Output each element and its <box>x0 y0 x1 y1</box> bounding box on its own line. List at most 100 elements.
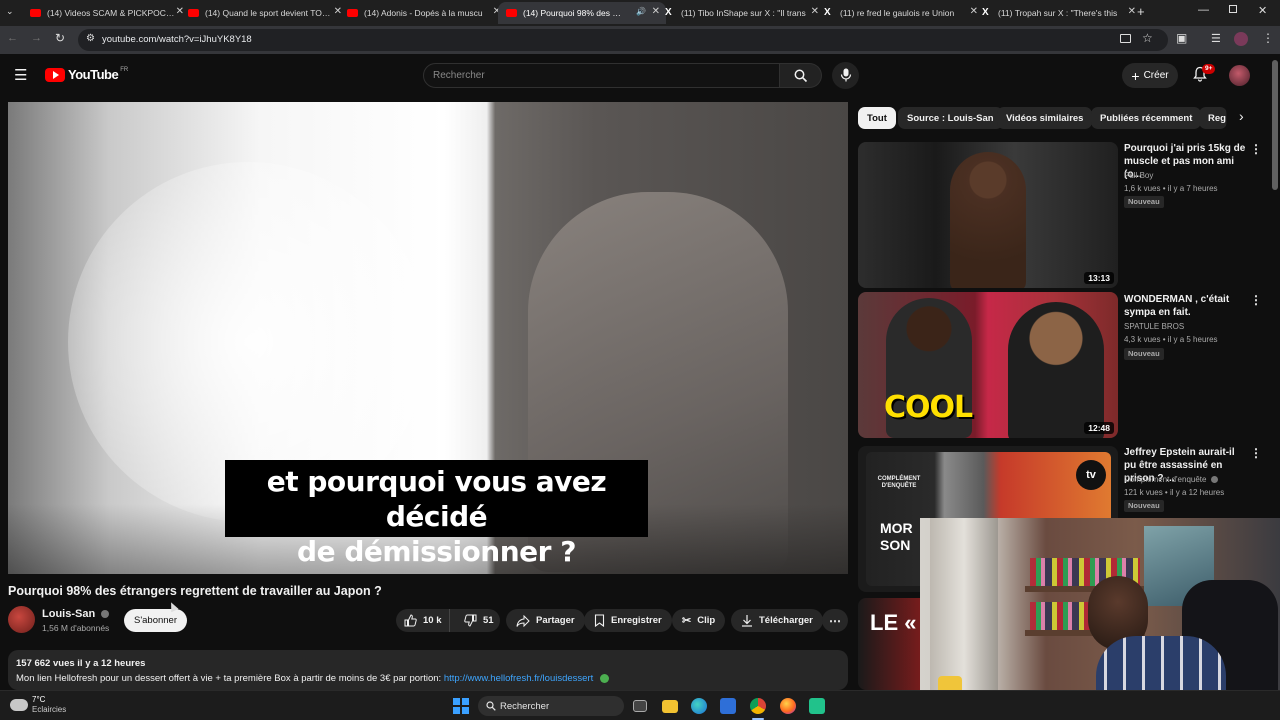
search-button[interactable] <box>780 63 822 88</box>
tv-logo-icon: tv <box>1076 460 1106 490</box>
browser-tab[interactable]: (14) Quand le sport devient TOXIQUE ✕ <box>180 2 348 24</box>
youtube-favicon-icon <box>506 9 517 17</box>
thumbnail-person-right <box>1008 302 1104 438</box>
browser-tab-active[interactable]: (14) Pourquoi 98% des étrangers 🔊 ✕ <box>498 2 666 24</box>
youtube-favicon-icon <box>30 9 41 17</box>
tab-close-icon[interactable]: ✕ <box>1128 6 1136 17</box>
verified-check-icon <box>1210 476 1218 484</box>
dislike-button[interactable]: 51 <box>456 609 494 632</box>
thumbs-down-icon <box>464 614 477 627</box>
video-duration: 12:48 <box>1084 422 1114 434</box>
chip-similar[interactable]: Vidéos similaires <box>997 107 1093 129</box>
notification-count-badge: 9+ <box>1202 64 1216 74</box>
chrome-browser-icon[interactable] <box>750 698 766 714</box>
more-vertical-icon[interactable]: ⋮ <box>1250 293 1262 307</box>
back-arrow-icon[interactable]: ← <box>7 32 18 44</box>
browser-tab[interactable]: X (11) re fred le gaulois re Union ✕ <box>816 2 984 24</box>
youtube-play-logo-icon <box>45 67 65 82</box>
description-box[interactable] <box>8 650 848 690</box>
chip-recent[interactable]: Publiées récemment <box>1091 107 1202 129</box>
recommendation-channel[interactable]: SPATULE BROS <box>1124 321 1184 333</box>
more-vertical-icon[interactable]: ⋮ <box>1250 142 1262 156</box>
recommendation-channel[interactable]: Complément d'enquête <box>1124 474 1218 486</box>
create-button[interactable]: + Créer <box>1122 63 1178 88</box>
search-icon <box>486 701 496 711</box>
save-label: Enregistrer <box>611 615 662 626</box>
close-window-icon[interactable]: ✕ <box>1258 4 1267 17</box>
recommendation-title[interactable]: WONDERMAN , c'était sympa en fait. <box>1124 293 1246 319</box>
recommendation-thumbnail[interactable]: COOL 12:48 <box>858 292 1118 438</box>
forward-arrow-icon[interactable]: → <box>31 32 42 44</box>
new-tab-plus-icon[interactable]: + <box>1137 4 1145 19</box>
chip-all[interactable]: Tout <box>858 107 896 129</box>
bookmark-star-icon[interactable]: ☆ <box>1142 31 1153 45</box>
like-dislike-group: 10 k 51 <box>396 609 500 632</box>
search-input[interactable]: Rechercher <box>423 63 780 88</box>
voice-search-button[interactable] <box>832 62 859 89</box>
browser-menu-icon[interactable]: ⋮ <box>1262 31 1274 45</box>
firefox-browser-icon[interactable] <box>780 698 796 714</box>
download-button[interactable]: Télécharger <box>731 609 823 632</box>
thumbnail-figure <box>950 152 1026 288</box>
speaker-icon[interactable]: 🔊 <box>636 7 646 16</box>
channel-avatar[interactable] <box>8 606 35 633</box>
notifications-button[interactable]: 9+ <box>1192 64 1216 86</box>
description-link[interactable]: http://www.hellofresh.fr/louisdessert <box>444 673 593 684</box>
tab-list-chevron-icon[interactable]: ⌄ <box>6 6 14 17</box>
weather-cloud-icon <box>10 699 28 711</box>
video-duration: 13:13 <box>1084 272 1114 284</box>
browser-tab[interactable]: X (11) Tibo InShape sur X : "Il trans ✕ <box>657 2 825 24</box>
recommendation-meta: 1,6 k vues • il y a 7 heures <box>1124 184 1218 193</box>
site-info-icon[interactable]: ⚙ <box>86 33 95 44</box>
edge-browser-icon[interactable] <box>691 698 707 714</box>
more-actions-button[interactable]: ⋯ <box>822 609 848 632</box>
share-button[interactable]: Partager <box>506 609 585 632</box>
x-favicon-icon: X <box>665 7 672 18</box>
profile-avatar-icon[interactable] <box>1234 32 1248 46</box>
file-explorer-icon[interactable] <box>662 700 678 713</box>
browser-tab[interactable]: (14) Adonis - Dopés à la muscu ✕ <box>339 2 507 24</box>
create-label: Créer <box>1143 70 1169 81</box>
chip-source[interactable]: Source : Louis-San <box>898 107 1003 129</box>
tab-title: (11) Tibo InShape sur X : "Il trans <box>681 8 806 18</box>
tab-title: (11) Tropah sur X : "There's this <box>998 8 1118 18</box>
region-code: FR <box>120 67 129 73</box>
address-bar[interactable]: ⚙ youtube.com/watch?v=iJhuYK8Y18 ☆ <box>78 29 1168 51</box>
like-button[interactable]: 10 k <box>396 609 450 632</box>
extensions-icon[interactable]: ▣ <box>1176 31 1187 45</box>
taskbar-search[interactable]: Rechercher <box>478 696 624 716</box>
clip-label: Clip <box>697 615 716 626</box>
channel-text: Complément d'enquête <box>1124 475 1207 484</box>
task-view-icon[interactable] <box>633 700 647 712</box>
browser-tab[interactable]: X (11) Tropah sur X : "There's this ✕ <box>974 2 1142 24</box>
media-control-icon[interactable]: ☰ <box>1211 32 1221 45</box>
reload-icon[interactable]: ↻ <box>55 31 65 45</box>
chips-scroll-right-button[interactable]: › <box>1226 104 1256 132</box>
recommendation-thumbnail[interactable]: 13:13 <box>858 142 1118 288</box>
account-avatar[interactable] <box>1229 65 1250 86</box>
page-scrollbar[interactable] <box>1272 60 1278 190</box>
hamburger-menu-icon[interactable]: ☰ <box>14 66 27 84</box>
chat-app-icon[interactable] <box>809 698 825 714</box>
save-button[interactable]: Enregistrer <box>584 609 672 632</box>
more-vertical-icon[interactable]: ⋮ <box>1250 446 1262 460</box>
youtube-logo-text: YouTube <box>68 67 119 82</box>
subscribe-button[interactable]: S'abonner <box>124 609 187 632</box>
channel-name[interactable]: Louis-San <box>42 608 110 620</box>
thumbs-up-icon <box>404 614 417 627</box>
share-label: Partager <box>536 615 575 626</box>
clip-button[interactable]: ✂ Clip <box>672 609 726 632</box>
youtube-logo[interactable]: YouTube FR <box>45 67 128 82</box>
browser-tab[interactable]: (14) Videos SCAM & PICKPOCKET ✕ <box>22 2 190 24</box>
taskbar-search-label: Rechercher <box>500 700 550 712</box>
recommendation-channel[interactable]: Pull Boy <box>1124 170 1153 182</box>
thumbnail-logo-text: COMPLÉMENT D'ENQUÊTE <box>877 476 921 489</box>
video-subtitle: et pourquoi vous avez décidé de démissio… <box>225 460 648 568</box>
weather-widget[interactable]: 7°C Eclaircies <box>8 694 78 718</box>
restore-window-icon[interactable] <box>1229 5 1237 13</box>
subtitle-line: et pourquoi vous avez décidé <box>266 465 607 533</box>
store-icon[interactable] <box>720 698 736 714</box>
minimize-window-icon[interactable]: — <box>1198 4 1209 16</box>
chip-more[interactable]: Reg <box>1199 107 1227 129</box>
install-app-icon[interactable] <box>1120 34 1131 43</box>
